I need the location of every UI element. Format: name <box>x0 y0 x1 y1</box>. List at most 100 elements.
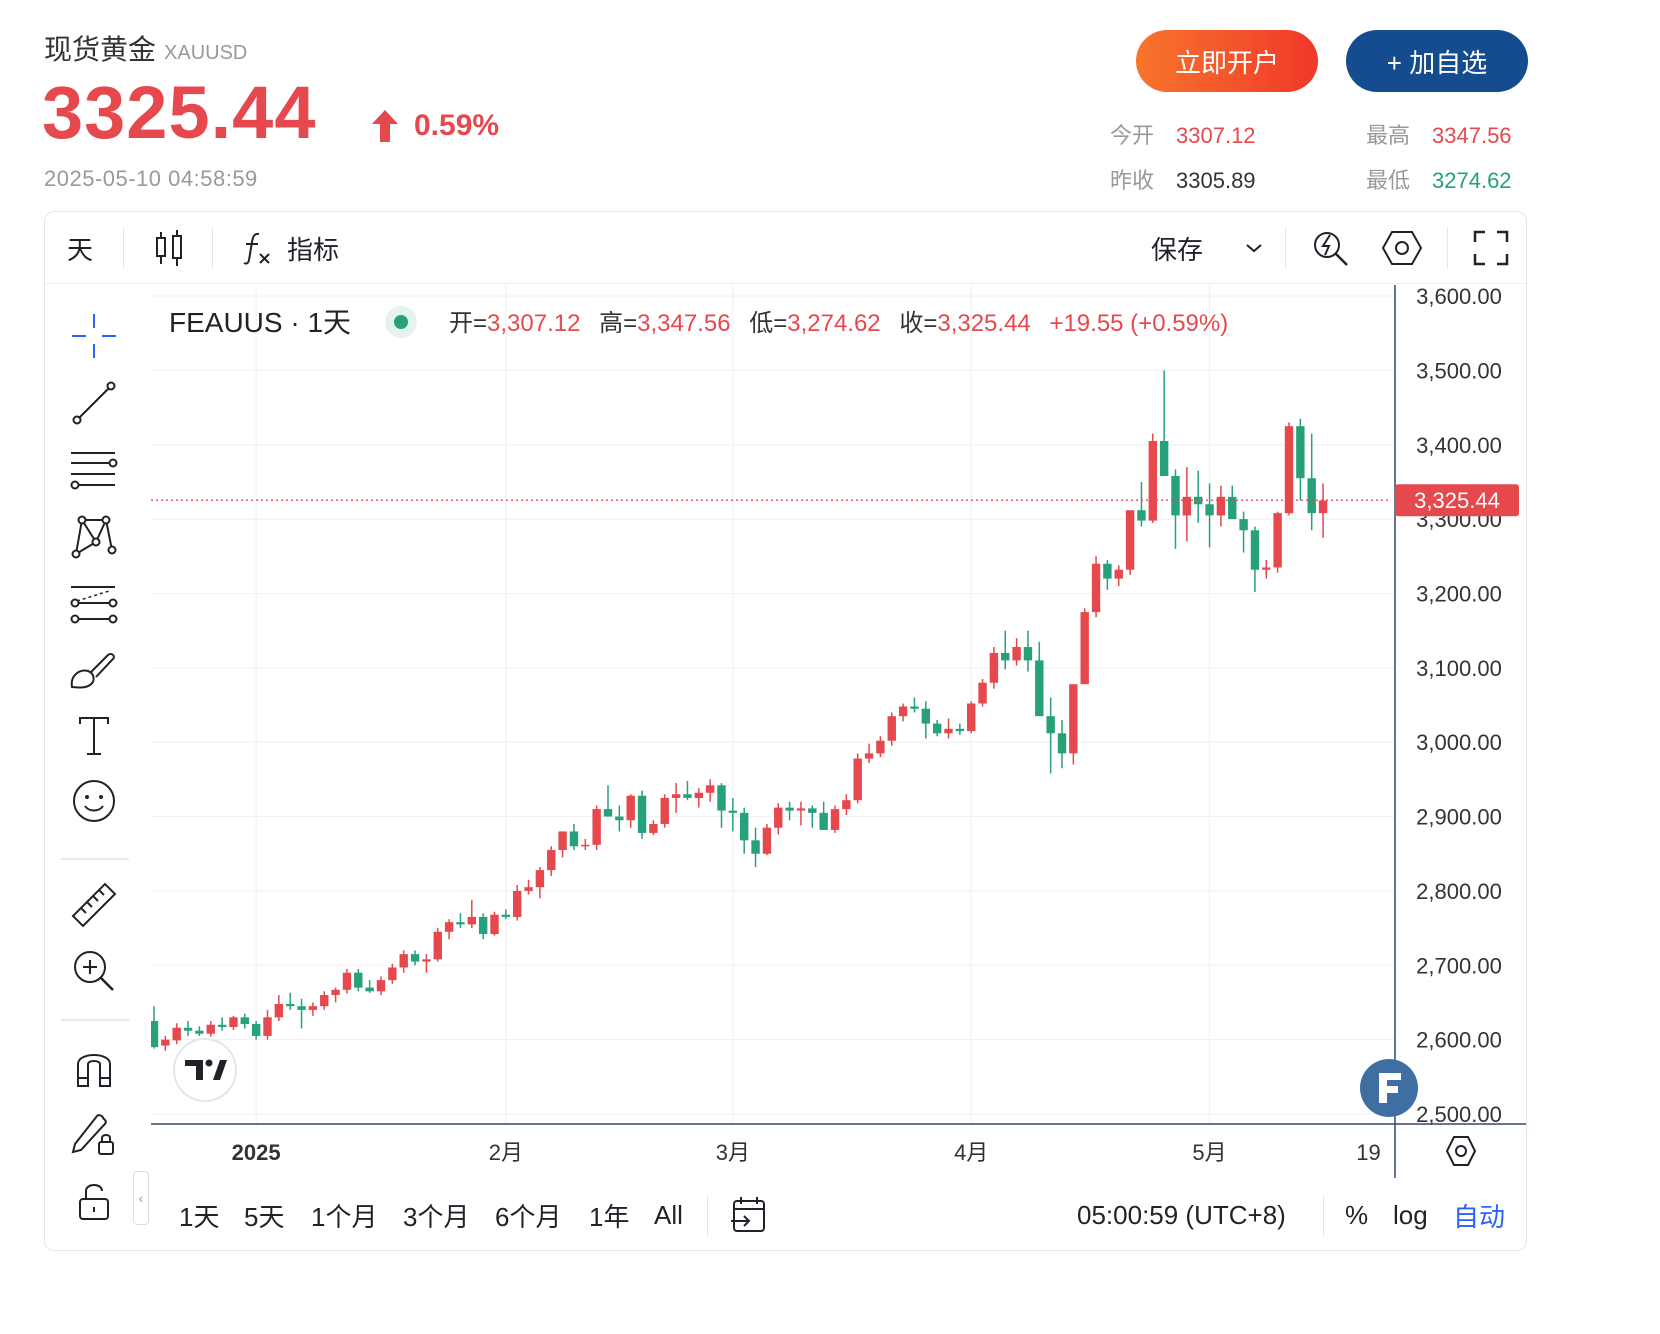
stat-low-value: 3274.62 <box>1432 168 1512 193</box>
text-icon <box>79 717 109 755</box>
candle-body <box>1307 478 1316 514</box>
candle-body <box>1262 567 1271 570</box>
stat-low: 最低 3274.62 <box>1366 163 1512 195</box>
log-scale-toggle[interactable]: log <box>1393 1178 1428 1250</box>
range-5d[interactable]: 5天 <box>244 1178 284 1250</box>
quote-timestamp: 2025-05-10 04:58:59 <box>44 166 258 191</box>
candle-body <box>1159 441 1169 476</box>
candle-body <box>569 831 579 847</box>
go-to-date-button[interactable] <box>729 1178 769 1250</box>
toolbar-divider <box>123 228 124 268</box>
interval-selector[interactable]: 天 <box>67 212 93 284</box>
emoji-tool[interactable] <box>65 775 123 827</box>
time-tick-label: 4月 <box>954 1140 988 1165</box>
save-button[interactable]: 保存 <box>1151 212 1263 284</box>
open-account-button[interactable]: 立即开户 <box>1136 30 1318 92</box>
range-1y[interactable]: 1年 <box>589 1178 629 1250</box>
candle-body <box>410 954 420 962</box>
fullscreen-button[interactable] <box>1473 212 1509 284</box>
range-divider <box>707 1196 708 1236</box>
chart-widget: 天 指标 保存 ‹ 3,600.00 3,500.00 3,400.00 3,3… <box>44 211 1527 1251</box>
text-tool[interactable] <box>65 710 123 762</box>
indicators-button[interactable]: 指标 <box>241 212 339 284</box>
candle-body <box>592 809 601 845</box>
time-tick-label: 5月 <box>1192 1140 1226 1165</box>
price-tick-label: 3,100.00 <box>1416 656 1502 681</box>
candle-body <box>331 989 340 996</box>
candle-body <box>274 1003 284 1018</box>
candle-body <box>921 708 930 724</box>
candle-body <box>433 931 442 960</box>
candle-body <box>728 810 738 813</box>
candle-body <box>1080 612 1089 685</box>
lock-drawing-tool[interactable] <box>65 1107 123 1159</box>
ruler-tool[interactable] <box>65 879 123 931</box>
percent-scale-toggle[interactable]: % <box>1345 1178 1368 1250</box>
candle-body <box>251 1024 261 1036</box>
time-axis: 2025 2月 3月 4月 5月 19 <box>232 1140 1381 1165</box>
collapse-toolbar-button[interactable]: ‹ <box>133 1171 149 1225</box>
lock-icon <box>79 1184 109 1220</box>
price-tick-label: 3,200.00 <box>1416 581 1502 606</box>
candle-body <box>830 809 840 830</box>
candle-body <box>513 890 522 917</box>
clock-timezone[interactable]: 05:00:59 (UTC+8) <box>1077 1178 1286 1250</box>
range-6m[interactable]: 6个月 <box>495 1178 561 1250</box>
zoom-tool[interactable] <box>65 945 123 997</box>
price-change: 0.59% <box>370 108 499 144</box>
pattern-tool[interactable] <box>65 510 123 562</box>
range-1d[interactable]: 1天 <box>179 1178 219 1250</box>
candle-body <box>195 1030 204 1034</box>
save-label: 保存 <box>1151 234 1204 265</box>
range-bar: 1天 5天 1个月 3个月 6个月 1年 All 05:00:59 (UTC+8… <box>151 1178 1526 1250</box>
candle-body <box>796 808 806 811</box>
toolbar-divider <box>1447 228 1448 268</box>
f-badge-icon <box>1360 1059 1418 1117</box>
settings-button[interactable] <box>1381 212 1423 284</box>
brush-tool[interactable] <box>65 643 123 695</box>
range-3m[interactable]: 3个月 <box>403 1178 469 1250</box>
candle-body <box>955 728 965 732</box>
range-1m[interactable]: 1个月 <box>311 1178 377 1250</box>
magnet-icon <box>77 1054 111 1087</box>
fib-retracement-icon <box>70 452 118 490</box>
trend-line-icon <box>72 381 116 425</box>
toolbar-divider <box>61 1019 129 1021</box>
instrument-title: 现货黄金 <box>44 34 157 65</box>
magnet-tool[interactable] <box>65 1040 123 1092</box>
candle-body <box>1012 647 1021 661</box>
ruler-icon <box>71 882 117 928</box>
price-tick-label: 2,700.00 <box>1416 953 1502 978</box>
time-tick-label: 3月 <box>716 1140 750 1165</box>
price-tick-label: 2,900.00 <box>1416 805 1502 830</box>
trend-line-tool[interactable] <box>65 377 123 429</box>
legend-ohlc: 开=3,307.12 高=3,347.56 低=3,274.62 收=3,325… <box>449 310 1228 337</box>
candle-body <box>740 812 749 841</box>
instrument-symbol: XAUUSD <box>164 42 248 64</box>
quick-search-button[interactable] <box>1311 212 1351 284</box>
candle-body <box>161 1039 170 1046</box>
candle-body <box>1125 510 1135 570</box>
calendar-icon <box>731 1197 765 1232</box>
candle-body <box>467 916 476 925</box>
chart-grid <box>151 285 1395 1124</box>
chart-type-button[interactable] <box>153 212 185 284</box>
range-all[interactable]: All <box>654 1178 683 1250</box>
instrument-name: 现货黄金 XAUUSD <box>44 28 247 68</box>
projection-tool[interactable] <box>65 577 123 629</box>
candle-body <box>399 954 408 968</box>
candle-body <box>320 995 329 1007</box>
add-watchlist-button[interactable]: + 加自选 <box>1346 30 1528 92</box>
auto-scale-toggle[interactable]: 自动 <box>1453 1178 1505 1250</box>
candle-body <box>501 914 511 917</box>
candlestick-chart[interactable]: 3,600.003,500.003,400.003,300.003,200.00… <box>151 285 1527 1178</box>
candle-body <box>1057 733 1067 754</box>
candle-body <box>558 831 567 851</box>
fib-tool[interactable] <box>65 443 123 495</box>
change-percent: 0.59% <box>414 109 500 142</box>
crosshair-tool[interactable] <box>65 310 123 362</box>
candle-body <box>603 809 613 817</box>
lock-tool[interactable] <box>65 1175 123 1227</box>
candle-body <box>842 800 851 810</box>
settings-icon <box>1381 231 1423 265</box>
